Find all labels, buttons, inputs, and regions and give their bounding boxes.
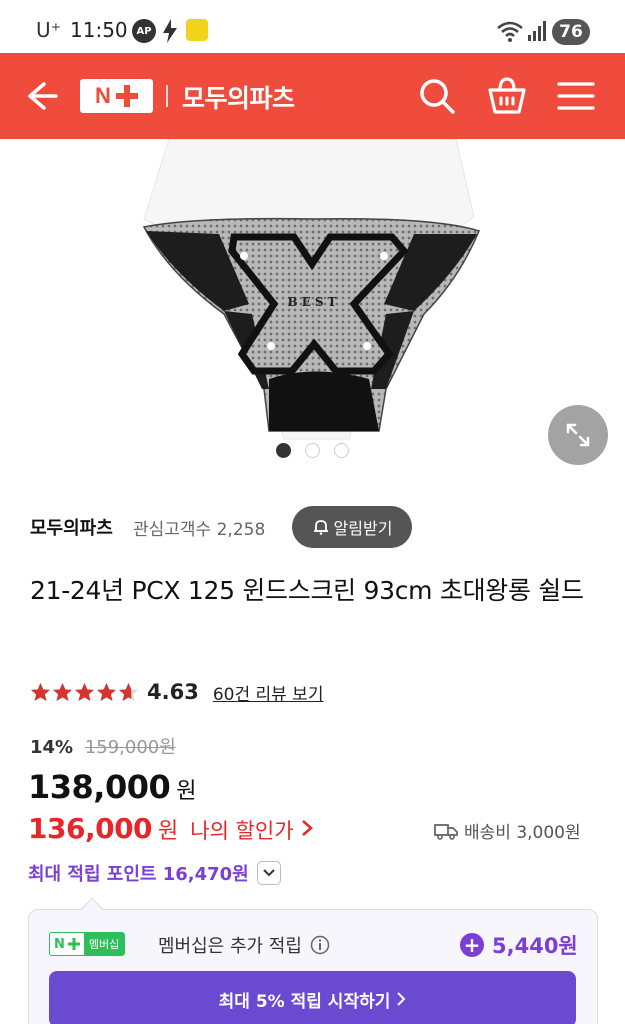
chevron-down-icon (263, 869, 275, 877)
discount-row: 14% 159,000원 (30, 733, 176, 759)
start-membership-button[interactable]: 최대 5% 적립 시작하기 (49, 971, 576, 1024)
naver-plus-logo[interactable]: N (80, 79, 153, 113)
naver-plus-membership-badge: N 멤버십 (49, 932, 126, 956)
zoom-button[interactable] (548, 405, 608, 465)
gallery-dot-2[interactable] (305, 443, 320, 458)
membership-text: 멤버십은 추가 적립 (158, 932, 330, 958)
status-bar: U⁺ 11:50 AP 76 (0, 0, 625, 58)
signal-icon (528, 19, 546, 43)
star-icon (31, 682, 50, 701)
price-unit: 원 (176, 779, 197, 804)
info-icon[interactable] (310, 935, 330, 955)
membership-description: 멤버십은 추가 적립 (158, 936, 302, 957)
product-image[interactable]: BEST (124, 138, 501, 464)
points-dropdown-button[interactable] (256, 861, 281, 885)
sale-price: 138,000 (28, 768, 171, 806)
alert-subscribe-button[interactable]: 알림받기 (292, 506, 412, 548)
rating-row: 4.63 60건 리뷰 보기 (30, 678, 323, 706)
original-price: 159,000원 (84, 737, 176, 758)
max-points: 최대 적립 포인트 16,470원 (28, 864, 249, 885)
search-icon[interactable] (416, 75, 458, 117)
start-membership-label: 최대 5% 적립 시작하기 (218, 991, 391, 1012)
np-logo: N (50, 936, 84, 952)
membership-points-value: 5,440원 (492, 934, 578, 958)
product-title: 21-24년 PCX 125 윈드스크린 93cm 초대왕롱 쉴드 (30, 576, 584, 605)
shipping-fee: 배송비 3,000원 (464, 823, 581, 843)
my-discount-price-unit: 원 (158, 819, 179, 844)
gallery-dots (276, 443, 349, 458)
gallery-dot-1[interactable] (276, 443, 291, 458)
star-icon (97, 682, 116, 701)
star-icon (53, 682, 72, 701)
seller-name[interactable]: 모두의파츠 (30, 514, 113, 540)
price-row: 138,000 원 (28, 768, 197, 806)
plus-circle-icon: + (460, 933, 484, 957)
chevron-right-icon (397, 992, 406, 1006)
shipping-info: 배송비 3,000원 (434, 818, 581, 843)
hamburger-menu-icon[interactable] (555, 75, 597, 117)
star-icon (75, 682, 94, 701)
bolt-icon (160, 19, 180, 43)
max-points-row: 최대 적립 포인트 16,470원 (28, 860, 281, 886)
wifi-icon (497, 19, 523, 43)
app-header: N 모두의파츠 (0, 53, 625, 139)
ap-app-icon: AP (132, 19, 156, 43)
chevron-right-icon (301, 820, 313, 836)
my-discount-label: 나의 할인가 (190, 819, 294, 843)
gallery-dot-3[interactable] (334, 443, 349, 458)
bell-plus-icon (313, 520, 328, 535)
plus-icon (115, 85, 138, 107)
my-discount-row[interactable]: 136,000 원 나의 할인가 (28, 812, 314, 845)
truck-icon (434, 823, 458, 840)
header-divider (166, 85, 168, 107)
interest-count: 관심고객수 2,258 (133, 520, 266, 540)
np-logo-n: N (54, 936, 65, 952)
rating-value: 4.63 (147, 680, 199, 704)
carrier-label: U⁺ (36, 18, 62, 42)
plus-icon (67, 938, 80, 950)
my-discount-price: 136,000 (28, 812, 153, 845)
alert-label: 알림받기 (333, 519, 393, 538)
battery-indicator: 76 (552, 19, 590, 45)
notification-app-icon (186, 19, 208, 41)
discount-rate: 14% (30, 737, 74, 758)
review-link[interactable]: 60건 리뷰 보기 (213, 680, 324, 705)
logo-n: N (95, 83, 111, 108)
store-name[interactable]: 모두의파츠 (182, 79, 295, 115)
rating-stars (30, 682, 139, 703)
status-time: 11:50 (70, 18, 128, 42)
membership-points: + 5,440원 (460, 930, 578, 960)
expand-icon (566, 423, 590, 447)
best-logo-text: BEST (288, 295, 341, 309)
star-icon (119, 682, 138, 701)
back-arrow-icon[interactable] (22, 77, 60, 115)
membership-badge-label: 멤버십 (83, 933, 125, 955)
shopping-bag-icon[interactable] (486, 75, 528, 117)
